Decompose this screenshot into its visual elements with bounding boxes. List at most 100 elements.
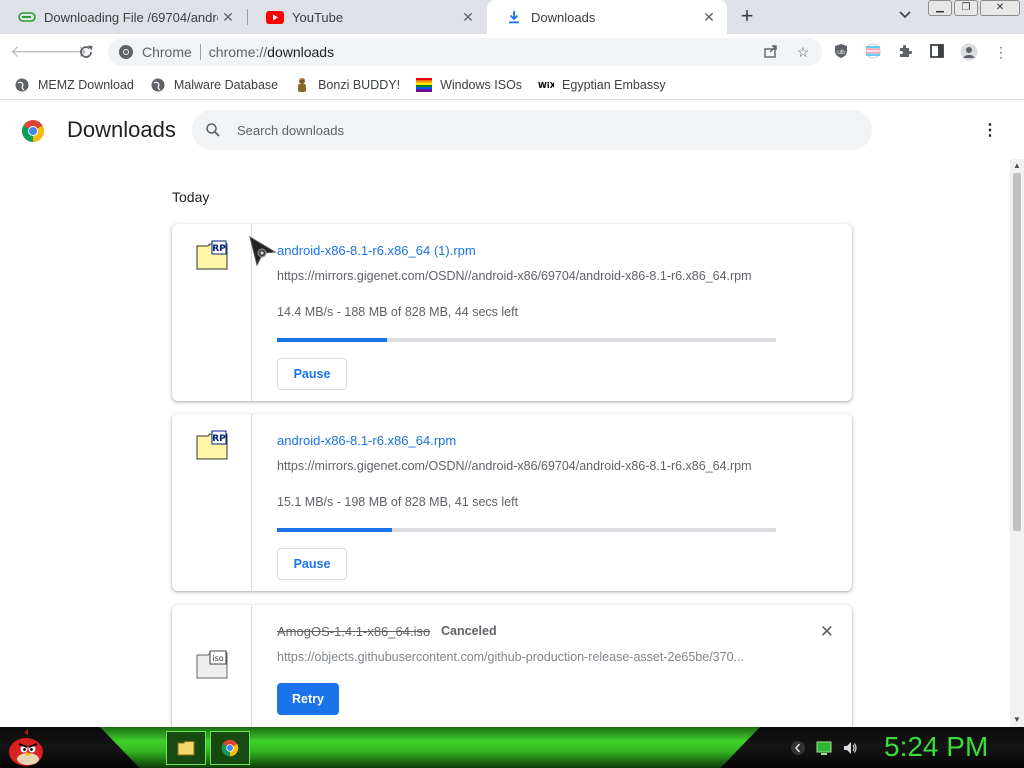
download-progress-bar	[277, 338, 776, 342]
tray-chevron-icon[interactable]	[790, 740, 806, 756]
bookmark-label: Malware Database	[173, 77, 279, 92]
bookmark-bonzi-buddy[interactable]: Bonzi BUDDY!	[294, 77, 400, 93]
bookmark-label: Bonzi BUDDY!	[318, 77, 401, 92]
svg-text:RP: RP	[212, 244, 226, 254]
scroll-thumb[interactable]	[1013, 173, 1021, 531]
pause-button[interactable]: Pause	[277, 358, 347, 390]
tab-downloading-file[interactable]: Downloading File /69704/android-x86-8.1-…	[0, 0, 246, 34]
window-controls: ▁ ❐ ✕	[928, 0, 1022, 16]
browser-toolbar: 🡐 🡒 Chrome chrome://downloads ☆ ub ⋮	[0, 34, 1024, 70]
file-source-url[interactable]: https://mirrors.gigenet.com/OSDN//androi…	[277, 459, 777, 473]
bookmark-label: MEMZ Download	[38, 77, 134, 92]
bookmark-label: Egyptian Embassy	[562, 77, 666, 92]
side-panel-icon[interactable]	[928, 43, 946, 61]
tab-close-icon[interactable]: ✕	[458, 9, 478, 26]
retry-button[interactable]: Retry	[277, 683, 339, 715]
scroll-up-arrow-icon[interactable]: ▲	[1010, 159, 1024, 173]
extensions-area: ub ⋮	[832, 43, 1010, 61]
address-bar[interactable]: Chrome chrome://downloads ☆	[108, 38, 822, 66]
wix-icon: WiX	[538, 77, 554, 93]
bookmark-star-icon[interactable]: ☆	[794, 43, 812, 61]
svg-text:ub: ub	[837, 49, 845, 56]
taskbar-chrome-icon[interactable]	[210, 731, 250, 765]
downloads-list: Today RP android-x86-8.1-r6.x86_64 (1).r…	[0, 159, 1010, 727]
minimize-button[interactable]: ▁	[928, 0, 952, 16]
site-label: Chrome	[142, 44, 192, 60]
download-item: RP android-x86-8.1-r6.x86_64.rpm https:/…	[172, 414, 852, 591]
tab-title: YouTube	[292, 9, 344, 25]
pause-button[interactable]: Pause	[277, 548, 347, 580]
taskbar-clock[interactable]: 5:24 PM	[884, 731, 988, 763]
tab-title: Downloads	[531, 9, 596, 25]
download-progress-icon	[18, 10, 36, 24]
search-downloads-field[interactable]	[192, 110, 872, 150]
downloads-header: Downloads ⋮	[0, 101, 1024, 159]
page-scrollbar[interactable]: ▲ ▼	[1010, 159, 1024, 727]
youtube-icon	[266, 10, 284, 24]
bookmark-windows-isos[interactable]: Windows ISOs	[416, 77, 522, 93]
share-icon[interactable]	[762, 43, 780, 61]
progress-fill	[277, 338, 387, 342]
download-progress-bar	[277, 528, 776, 532]
canceled-file-name: AmogOS-1.4.1-x86_64.iso	[277, 624, 431, 639]
tab-title: Downloading File /69704/android-x86-8.1-…	[44, 9, 218, 25]
back-button[interactable]: 🡐	[10, 40, 56, 64]
download-icon	[505, 10, 523, 24]
search-icon	[205, 122, 221, 138]
bookmark-memz-download[interactable]: MEMZ Download	[14, 77, 134, 93]
tab-close-icon[interactable]: ✕	[218, 9, 238, 26]
mouse-cursor-icon	[249, 235, 277, 267]
chrome-menu-icon[interactable]: ⋮	[992, 43, 1010, 61]
globe-icon	[14, 77, 30, 93]
omnibox-divider	[199, 44, 201, 60]
bonzi-icon	[294, 77, 310, 93]
svg-text:iso: iso	[212, 654, 223, 663]
canceled-label: Canceled	[441, 624, 497, 638]
restore-button[interactable]: ❐	[954, 0, 978, 16]
reload-button[interactable]	[74, 40, 98, 64]
tab-youtube[interactable]: YouTube ✕	[248, 0, 486, 34]
svg-text:WiX: WiX	[538, 81, 554, 90]
flag-extension-icon[interactable]	[864, 43, 882, 61]
file-source-url[interactable]: https://mirrors.gigenet.com/OSDN//androi…	[277, 269, 777, 283]
file-name-link[interactable]: android-x86-8.1-r6.x86_64 (1).rpm	[277, 243, 476, 258]
chrome-logo-icon	[21, 119, 45, 143]
tab-close-icon[interactable]: ✕	[699, 9, 719, 26]
network-icon[interactable]	[816, 740, 832, 756]
rpm-file-icon: RP	[196, 240, 228, 270]
volume-icon[interactable]	[842, 740, 858, 756]
file-name-link[interactable]: android-x86-8.1-r6.x86_64.rpm	[277, 433, 456, 448]
page-title: Downloads	[67, 117, 176, 142]
download-status: 15.1 MB/s - 198 MB of 828 MB, 41 secs le…	[277, 495, 519, 509]
url-text: chrome://downloads	[208, 44, 335, 60]
svg-text:RP: RP	[212, 434, 226, 444]
tab-downloads[interactable]: Downloads ✕	[487, 0, 727, 34]
puzzle-extensions-icon[interactable]	[896, 43, 914, 61]
new-tab-button[interactable]: +	[735, 5, 759, 29]
tab-search-chevron-icon[interactable]	[896, 8, 914, 26]
date-section-label: Today	[172, 189, 210, 205]
forward-button[interactable]: 🡒	[42, 40, 88, 64]
more-actions-icon[interactable]: ⋮	[980, 121, 1000, 141]
bookmark-egyptian-embassy[interactable]: WiX Egyptian Embassy	[538, 77, 666, 93]
bookmark-malware-database[interactable]: Malware Database	[150, 77, 278, 93]
download-status: 14.4 MB/s - 188 MB of 828 MB, 44 secs le…	[277, 305, 519, 319]
system-tray	[790, 740, 858, 756]
close-window-button[interactable]: ✕	[980, 0, 1020, 16]
tab-strip: Downloading File /69704/android-x86-8.1-…	[0, 0, 1024, 34]
angry-bird-start-icon[interactable]	[6, 729, 46, 767]
file-source-url[interactable]: https://objects.githubusercontent.com/gi…	[277, 650, 777, 664]
rpm-file-icon: RP	[196, 430, 228, 460]
globe-icon	[150, 77, 166, 93]
download-item: iso AmogOS-1.4.1-x86_64.iso Canceled ✕ h…	[172, 605, 852, 727]
remove-from-list-icon[interactable]: ✕	[820, 622, 834, 642]
ublock-shield-icon[interactable]: ub	[832, 43, 850, 61]
file-icon-column: iso	[172, 605, 252, 727]
chrome-icon	[118, 44, 134, 60]
iso-file-icon: iso	[196, 649, 228, 679]
search-input[interactable]	[237, 122, 837, 138]
bookmarks-bar: MEMZ Download Malware Database Bonzi BUD…	[0, 70, 1024, 100]
scroll-down-arrow-icon[interactable]: ▼	[1010, 713, 1024, 727]
taskbar-file-explorer-icon[interactable]	[166, 731, 206, 765]
profile-avatar-icon[interactable]	[960, 43, 978, 61]
